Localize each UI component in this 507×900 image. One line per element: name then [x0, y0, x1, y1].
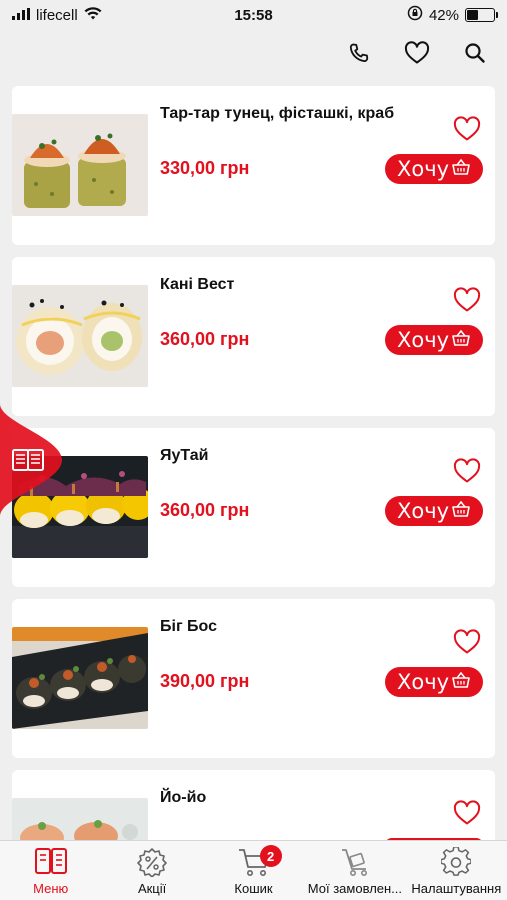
tab-promotions[interactable]: Акції [101, 841, 202, 900]
cart-badge: 2 [259, 845, 282, 867]
product-card[interactable]: Тар-тар тунец, фісташкі, краб 330,00 грн… [12, 86, 495, 245]
basket-icon [451, 499, 471, 523]
want-button[interactable]: Хочу [385, 667, 483, 697]
heart-icon[interactable] [453, 116, 481, 142]
want-button-label: Хочу [396, 499, 450, 523]
product-card[interactable]: Біг Бос 390,00 грн Хочу [12, 599, 495, 758]
want-button[interactable]: Хочу [385, 325, 483, 355]
product-card[interactable]: ЯуТай 360,00 грн Хочу [12, 428, 495, 587]
product-name[interactable]: Біг Бос [160, 618, 217, 636]
want-button[interactable]: Хочу [385, 154, 483, 184]
product-card[interactable]: Кані Вест 360,00 грн Хочу [12, 257, 495, 416]
top-actions [345, 36, 489, 70]
status-right: 42% [407, 5, 498, 25]
product-list: Тар-тар тунец, фісташкі, краб 330,00 грн… [12, 86, 495, 850]
orders-trolley-icon [337, 844, 373, 880]
tab-label: Меню [33, 881, 69, 896]
product-card[interactable]: Йо-йо [12, 770, 495, 850]
bottom-tab-bar: Меню Акції 2 Кошик Мої замовлен... Налаш… [0, 840, 507, 900]
product-price: 360,00 грн [160, 329, 250, 349]
product-name[interactable]: Йо-йо [160, 789, 206, 807]
tab-cart[interactable]: 2 Кошик [203, 841, 304, 900]
tab-menu[interactable]: Меню [0, 841, 101, 900]
status-left: lifecell [12, 7, 102, 24]
phone-icon[interactable] [345, 39, 373, 67]
want-button[interactable]: Хочу [385, 496, 483, 526]
heart-icon[interactable] [453, 629, 481, 655]
product-price: 330,00 грн [160, 158, 250, 178]
tab-settings[interactable]: Налаштування [406, 841, 507, 900]
product-name[interactable]: Кані Вест [160, 276, 234, 294]
basket-icon [451, 157, 471, 181]
orientation-lock-icon [407, 5, 423, 25]
want-button-label: Хочу [396, 328, 450, 352]
product-price: 390,00 грн [160, 671, 250, 691]
menu-book-icon [33, 844, 69, 880]
tab-my-orders[interactable]: Мої замовлен... [304, 841, 405, 900]
battery-level [467, 10, 478, 20]
wifi-icon [84, 6, 102, 24]
product-image[interactable] [12, 285, 148, 387]
heart-icon[interactable] [453, 287, 481, 313]
product-name[interactable]: Тар-тар тунец, фісташкі, краб [160, 105, 394, 123]
heart-icon[interactable] [453, 800, 481, 826]
status-bar: lifecell 15:58 42% [0, 0, 507, 30]
side-menu-tab[interactable] [0, 404, 64, 516]
product-image[interactable] [12, 114, 148, 216]
want-button-label: Хочу [396, 670, 450, 694]
search-icon[interactable] [461, 39, 489, 67]
basket-icon [451, 328, 471, 352]
battery-icon [465, 8, 498, 22]
discount-icon [134, 844, 170, 880]
signal-icon [12, 7, 30, 24]
basket-icon [451, 670, 471, 694]
carrier-name: lifecell [36, 6, 78, 24]
tab-label: Кошик [234, 881, 273, 896]
tab-label: Мої замовлен... [307, 881, 403, 896]
product-image[interactable] [12, 627, 148, 729]
want-button-label: Хочу [396, 157, 450, 181]
heart-icon[interactable] [453, 458, 481, 484]
gear-icon [438, 844, 474, 880]
tab-label: Налаштування [411, 881, 502, 896]
tab-label: Акції [137, 881, 167, 896]
battery-percent: 42% [428, 6, 459, 24]
product-name[interactable]: ЯуТай [160, 447, 209, 465]
product-price: 360,00 грн [160, 500, 250, 520]
favorites-heart-icon[interactable] [403, 39, 431, 67]
